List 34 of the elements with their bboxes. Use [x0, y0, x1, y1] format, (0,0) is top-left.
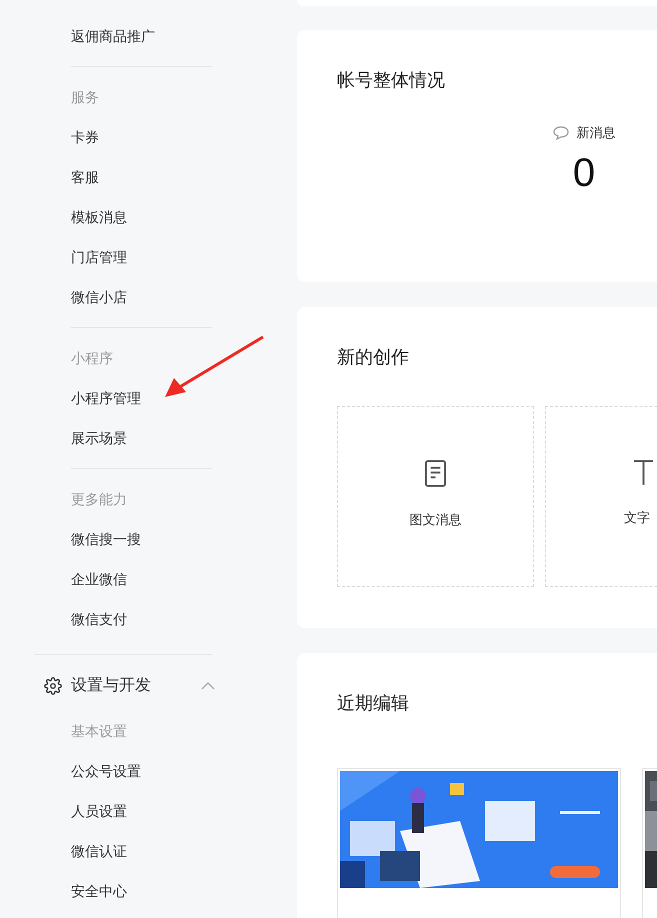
- create-option[interactable]: 图文消息: [337, 406, 534, 587]
- sidebar-item[interactable]: 返佣商品推广: [71, 26, 155, 46]
- sidebar-item[interactable]: 安全中心: [71, 881, 127, 901]
- group-title[interactable]: 设置与开发: [71, 674, 151, 698]
- sidebar-item[interactable]: 小程序管理: [71, 388, 141, 408]
- sidebar-item[interactable]: 模板消息: [71, 207, 127, 227]
- sidebar-item[interactable]: 微信认证: [71, 841, 127, 861]
- sidebar-item[interactable]: 企业微信: [71, 569, 127, 589]
- sidebar-item[interactable]: 微信搜一搜: [71, 529, 141, 549]
- section-header: 服务: [71, 88, 99, 107]
- sidebar-item[interactable]: 公众号设置: [71, 761, 141, 781]
- text-icon: [633, 460, 654, 485]
- card-title: 近期编辑: [337, 692, 410, 714]
- stat-value: 0: [572, 150, 596, 196]
- sidebar-item[interactable]: 卡券: [71, 127, 99, 147]
- sidebar-item[interactable]: 人员设置: [71, 801, 127, 821]
- section-header: 基本设置: [71, 722, 127, 741]
- option-label: 文字: [624, 509, 650, 527]
- create-option[interactable]: 文字: [545, 406, 657, 587]
- section-header: 更多能力: [71, 490, 127, 509]
- sidebar-item[interactable]: 微信小店: [71, 287, 127, 307]
- sidebar-item[interactable]: 展示场景: [71, 428, 127, 448]
- option-label: 图文消息: [410, 511, 462, 529]
- stat-label: 新消息: [576, 124, 616, 142]
- chat-bubble-icon: [552, 126, 568, 140]
- settings-icon: [44, 677, 62, 695]
- card-title: 新的创作: [337, 346, 410, 368]
- sidebar-item[interactable]: 客服: [71, 167, 99, 187]
- section-header: 小程序: [71, 349, 113, 368]
- article-card[interactable]: [337, 768, 621, 918]
- document-icon: [425, 460, 446, 487]
- sidebar-item[interactable]: 微信支付: [71, 609, 127, 629]
- card-title: 帐号整体情况: [337, 69, 446, 91]
- sidebar-item[interactable]: 门店管理: [71, 247, 127, 267]
